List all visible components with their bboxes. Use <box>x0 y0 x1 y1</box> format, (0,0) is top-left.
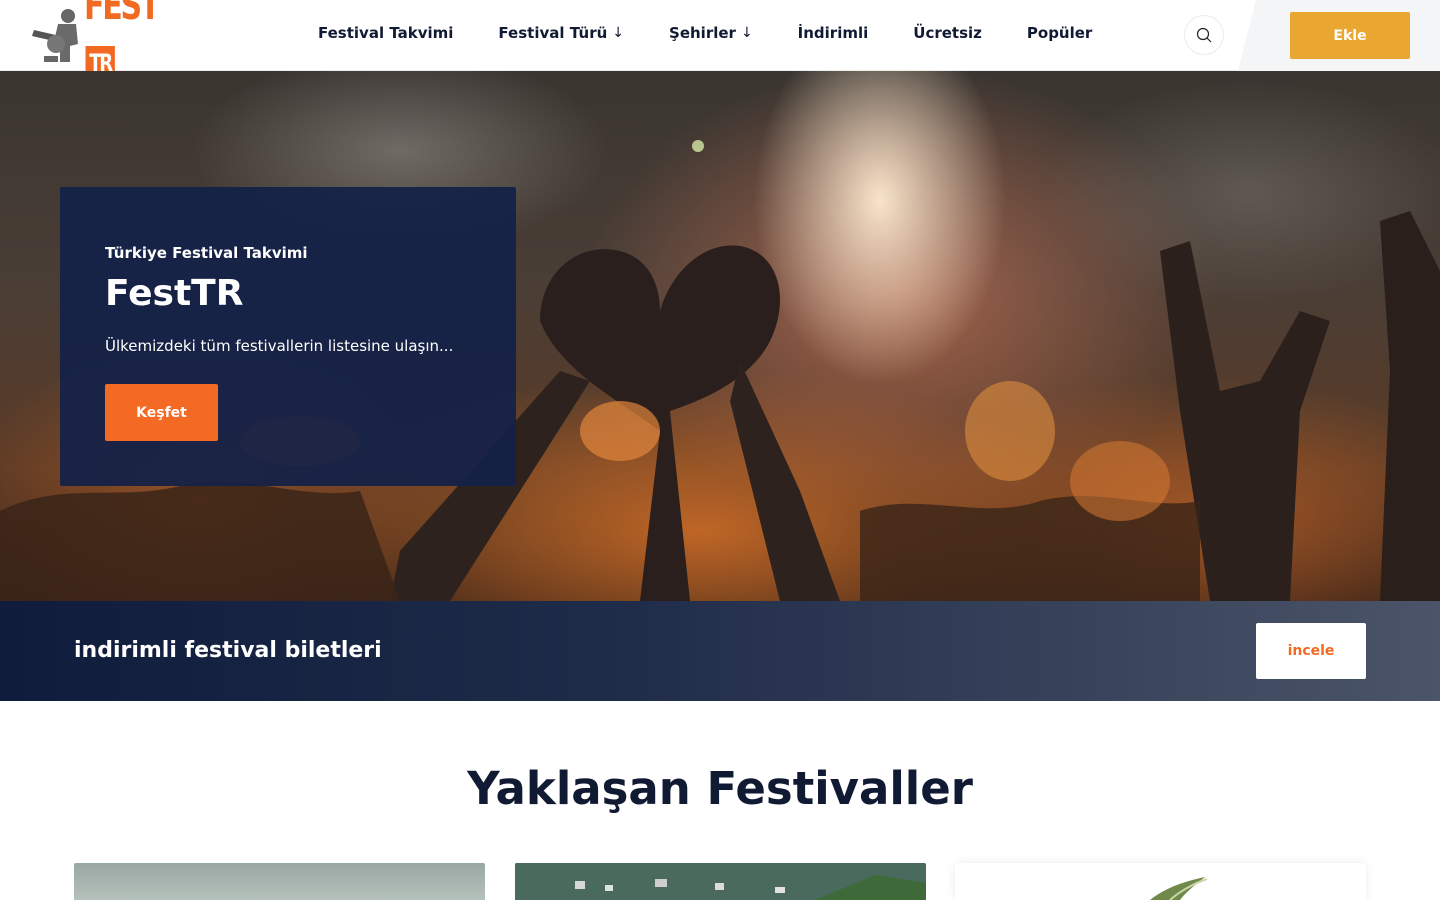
add-button[interactable]: Ekle <box>1290 12 1410 59</box>
nav-indirimli[interactable]: İndirimli <box>798 24 869 42</box>
hero-eyebrow: Türkiye Festival Takvimi <box>105 244 308 262</box>
festival-card-image <box>515 863 926 900</box>
nav-populer[interactable]: Popüler <box>1027 24 1092 42</box>
nav-label: Popüler <box>1026 24 1093 42</box>
discover-button[interactable]: Keşfet <box>105 384 218 441</box>
main-nav: Festival Takvimi Festival Türü ↓ Şehirler… <box>318 24 1092 42</box>
nav-label: Ücretsiz <box>913 24 982 42</box>
nav-label: Şehirler <box>669 24 736 42</box>
site-logo[interactable]: FESTTR <box>30 0 182 80</box>
festival-card[interactable] <box>955 863 1366 900</box>
arrow-down-icon: ↓ <box>740 25 753 41</box>
site-header: FESTTR Festival Takvimi Festival Türü ↓ Ş… <box>0 0 1440 80</box>
festival-card-image <box>1150 877 1208 900</box>
search-icon <box>1196 27 1212 43</box>
nav-label: Festival Türü <box>498 24 608 42</box>
inspect-button[interactable]: incele <box>1256 623 1366 679</box>
search-button[interactable] <box>1184 15 1224 55</box>
discount-banner: indirimli festival biletleri incele <box>0 601 1440 701</box>
hero-description: Ülkemizdeki tüm festivallerin listesine … <box>105 337 454 355</box>
festival-card[interactable] <box>74 863 485 900</box>
festival-card[interactable] <box>515 863 926 900</box>
nav-ucretsiz[interactable]: Ücretsiz <box>913 24 982 42</box>
banner-text: indirimli festival biletleri <box>74 638 382 663</box>
nav-festival-turu[interactable]: Festival Türü ↓ <box>498 24 624 42</box>
nav-label: İndirimli <box>797 24 869 42</box>
hero-card: Türkiye Festival Takvimi FestTR Ülkemizd… <box>60 187 516 486</box>
nav-label: Festival Takvimi <box>318 24 454 42</box>
hero-title: FestTR <box>105 273 244 314</box>
nav-sehirler[interactable]: Şehirler ↓ <box>669 24 753 42</box>
arrow-down-icon: ↓ <box>612 25 625 41</box>
festival-card-image <box>74 863 485 900</box>
section-title: Yaklaşan Festivaller <box>467 762 973 815</box>
guitarist-logo-icon <box>30 6 84 64</box>
nav-festival-takvimi[interactable]: Festival Takvimi <box>318 24 453 42</box>
hero-banner: Türkiye Festival Takvimi FestTR Ülkemizd… <box>0 71 1440 601</box>
